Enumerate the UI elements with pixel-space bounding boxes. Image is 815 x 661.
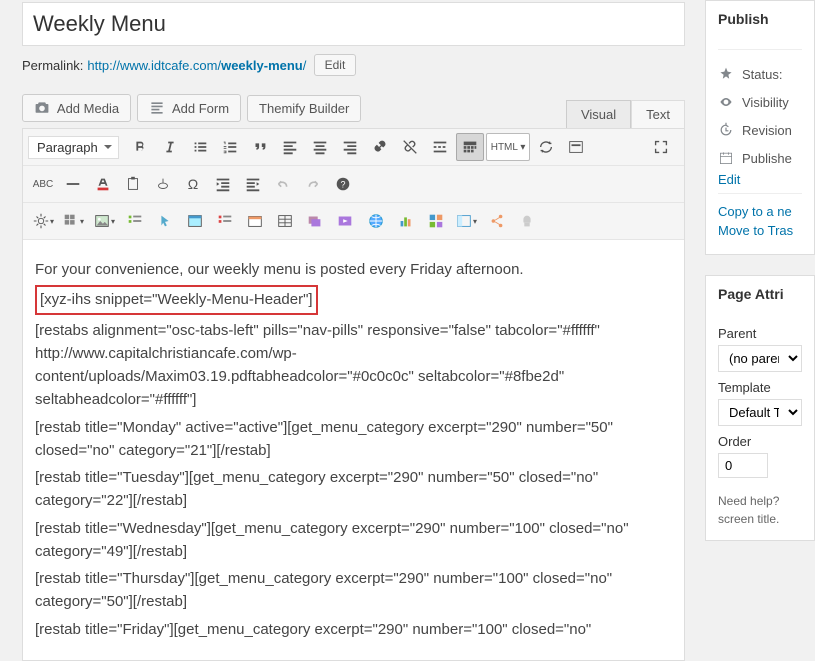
page-attributes-box: Page Attri Parent (no paren Template Def… (705, 275, 815, 541)
order-label: Order (718, 434, 802, 449)
svg-text:?: ? (340, 180, 345, 190)
layout-button[interactable]: ▾ (452, 207, 480, 235)
text-color-button[interactable] (89, 170, 117, 198)
permalink-row: Permalink: http://www.idtcafe.com/weekly… (22, 54, 685, 76)
permalink-link[interactable]: http://www.idtcafe.com/weekly-menu/ (87, 58, 306, 73)
content-line: [restab title="Monday" active="active"][… (35, 416, 672, 463)
camera-icon (34, 100, 50, 116)
align-right-button[interactable] (336, 133, 364, 161)
image-button[interactable]: ▾ (90, 207, 118, 235)
undo-button[interactable] (269, 170, 297, 198)
tab-text[interactable]: Text (631, 100, 685, 128)
title-input-wrap (22, 2, 685, 46)
page-attributes-heading: Page Attri (706, 276, 814, 312)
globe-button[interactable] (362, 207, 390, 235)
share-button[interactable] (483, 207, 511, 235)
chart-button[interactable] (392, 207, 420, 235)
kitchen-sink-button[interactable] (456, 133, 484, 161)
editor-content[interactable]: For your convenience, our weekly menu is… (23, 240, 684, 660)
title-input[interactable] (33, 6, 674, 42)
order-input[interactable] (718, 453, 768, 478)
content-line: [restabs alignment="osc-tabs-left" pills… (35, 319, 672, 412)
permalink-edit-button[interactable]: Edit (314, 54, 357, 76)
tiles-button[interactable] (422, 207, 450, 235)
form-block-button[interactable] (562, 133, 590, 161)
revisions-row: Revision (718, 116, 802, 144)
copy-draft-link[interactable]: Copy to a ne (718, 204, 802, 219)
revisions-icon (718, 122, 734, 138)
more-button[interactable] (426, 133, 454, 161)
chef-icon-button[interactable] (513, 207, 541, 235)
editor-toolbar: Paragraph HTML ▾ ABC (22, 128, 685, 661)
italic-button[interactable] (156, 133, 184, 161)
todo-button[interactable] (211, 207, 239, 235)
video-button[interactable] (331, 207, 359, 235)
publish-heading: Publish (706, 1, 814, 37)
bold-button[interactable] (126, 133, 154, 161)
special-char-button[interactable]: Ω (179, 170, 207, 198)
add-media-button[interactable]: Add Media (22, 94, 131, 122)
cursor-button[interactable] (151, 207, 179, 235)
pin-icon (718, 66, 734, 82)
clear-formatting-button[interactable]: ABC (29, 170, 57, 198)
help-button[interactable]: ? (329, 170, 357, 198)
format-select[interactable]: Paragraph (28, 136, 119, 159)
bullet-list-button[interactable] (186, 133, 214, 161)
content-line: [restab title="Wednesday"][get_menu_cate… (35, 517, 672, 564)
content-line: [restab title="Friday"][get_menu_categor… (35, 618, 672, 641)
template-label: Template (718, 380, 802, 395)
themify-builder-button[interactable]: Themify Builder (247, 95, 361, 122)
publish-box: Publish Status: Visibility Revision P (705, 0, 815, 255)
table-button[interactable] (271, 207, 299, 235)
html-button[interactable]: HTML ▾ (486, 133, 531, 161)
hr-button[interactable] (59, 170, 87, 198)
eye-icon (718, 94, 734, 110)
publish-edit-link[interactable]: Edit (718, 172, 802, 187)
move-trash-link[interactable]: Move to Tras (718, 223, 802, 238)
blockquote-button[interactable] (246, 133, 274, 161)
outdent-button[interactable] (209, 170, 237, 198)
clear-button[interactable] (149, 170, 177, 198)
indent-button[interactable] (239, 170, 267, 198)
template-select[interactable]: Default Te (718, 399, 802, 426)
help-text: Need help? screen title. (718, 492, 802, 528)
paste-text-button[interactable] (119, 170, 147, 198)
content-line: [restab title="Thursday"][get_menu_categ… (35, 567, 672, 614)
form-icon (149, 100, 165, 116)
gallery-button[interactable] (301, 207, 329, 235)
refresh-button[interactable] (532, 133, 560, 161)
parent-select[interactable]: (no paren (718, 345, 802, 372)
grid-button[interactable]: ▾ (59, 207, 87, 235)
checklist-button[interactable] (121, 207, 149, 235)
numbered-list-button[interactable] (216, 133, 244, 161)
redo-button[interactable] (299, 170, 327, 198)
permalink-label: Permalink: (22, 58, 83, 73)
unlink-button[interactable] (396, 133, 424, 161)
highlighted-shortcode: [xyz-ihs snippet="Weekly-Menu-Header"] (35, 285, 318, 314)
published-row: Publishe (718, 144, 802, 172)
content-intro: For your convenience, our weekly menu is… (35, 258, 672, 281)
gear-button[interactable]: ▾ (29, 207, 57, 235)
align-left-button[interactable] (276, 133, 304, 161)
status-row: Status: (718, 60, 802, 88)
calendar-button[interactable] (241, 207, 269, 235)
calendar-icon (718, 150, 734, 166)
panel-button[interactable] (181, 207, 209, 235)
link-button[interactable] (366, 133, 394, 161)
visibility-row: Visibility (718, 88, 802, 116)
content-line: [restab title="Tuesday"][get_menu_catego… (35, 466, 672, 513)
fullscreen-button[interactable] (647, 133, 675, 161)
parent-label: Parent (718, 326, 802, 341)
add-form-button[interactable]: Add Form (137, 94, 241, 122)
align-center-button[interactable] (306, 133, 334, 161)
tab-visual[interactable]: Visual (566, 100, 631, 128)
